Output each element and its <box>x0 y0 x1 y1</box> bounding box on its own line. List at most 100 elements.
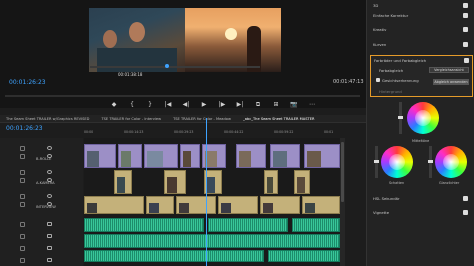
mark-in-button[interactable]: { <box>128 101 136 108</box>
section-vignette-checkbox[interactable] <box>463 210 468 215</box>
midtones-wheel[interactable] <box>407 102 439 134</box>
section-curves[interactable]: Kurven <box>373 42 386 47</box>
play-button[interactable]: ▶ <box>200 101 208 108</box>
lift-button[interactable]: ⧉ <box>254 101 262 108</box>
video-clip[interactable] <box>176 196 216 214</box>
extract-button[interactable]: ⊞ <box>272 101 280 108</box>
section-basic-checkbox[interactable] <box>463 13 468 18</box>
sequence-tabs: The Seam Sheet TRAILER w/Graphics REVISE… <box>0 115 366 123</box>
video-clip[interactable] <box>236 144 266 168</box>
monitor-scrub-track[interactable] <box>90 64 260 68</box>
monitor-playhead[interactable] <box>165 64 169 68</box>
audio-clip[interactable] <box>84 234 340 248</box>
highlights-slider[interactable] <box>428 146 433 178</box>
highlights-label: Glanzlichter <box>439 181 460 185</box>
section-creative-checkbox[interactable] <box>463 27 468 32</box>
export-frame-button[interactable]: 📷 <box>290 101 298 108</box>
video-clip[interactable] <box>114 170 132 194</box>
face-detection-checkbox[interactable] <box>376 78 380 82</box>
video-clip[interactable] <box>146 196 174 214</box>
mark-out-button[interactable]: } <box>146 101 154 108</box>
lock-icon[interactable] <box>20 146 25 151</box>
audio-clip[interactable] <box>84 218 204 232</box>
marker-button[interactable]: ◆ <box>110 101 118 108</box>
audio-clip[interactable] <box>292 218 340 232</box>
video-clip[interactable] <box>302 196 340 214</box>
comparison-view-button[interactable]: Vergleichsansicht <box>429 67 469 73</box>
section-vignette[interactable]: Vignette <box>373 210 389 215</box>
video-clip[interactable] <box>260 196 300 214</box>
shadows-slider[interactable] <box>374 146 379 178</box>
tab-sequence-2[interactable]: TSE TRAILER for Color - Interview <box>95 115 167 122</box>
lock-icon[interactable] <box>20 194 25 199</box>
midtones-label: Mitteltöne <box>412 139 430 143</box>
tab-sequence-3[interactable]: TSE TRAILER for Color - Meadow <box>167 115 237 122</box>
timeline-tracks[interactable] <box>84 138 344 266</box>
eye-icon[interactable] <box>47 194 52 198</box>
section-wheels-checkbox[interactable] <box>464 58 469 63</box>
video-clip[interactable] <box>264 170 278 194</box>
section-color-wheels[interactable]: Farbräder und Farbabgleich <box>374 58 426 63</box>
ruler-label: 00:00:29:23 <box>174 130 194 134</box>
solo-icon[interactable] <box>47 258 52 262</box>
lock-icon[interactable] <box>20 154 25 159</box>
timeline-timecode[interactable]: 00:01:26:23 <box>6 125 43 132</box>
tab-sequence-1[interactable]: The Seam Sheet TRAILER w/Graphics REVISE… <box>0 115 95 122</box>
section-creative[interactable]: Kreativ <box>373 27 386 32</box>
lock-icon[interactable] <box>20 202 25 207</box>
color-wheels-section: Farbräder und Farbabgleich Farbabgleich … <box>370 55 473 97</box>
video-clip[interactable] <box>218 196 258 214</box>
step-forward-button[interactable]: |▶ <box>218 101 226 108</box>
mute-icon[interactable] <box>20 234 25 239</box>
more-button[interactable]: ⋯ <box>308 101 316 108</box>
shadows-wheel[interactable] <box>381 146 413 178</box>
go-to-in-button[interactable]: |◀ <box>164 101 172 108</box>
highlights-wheel[interactable] <box>435 146 467 178</box>
eye-icon[interactable] <box>47 170 52 174</box>
mute-icon[interactable] <box>20 246 25 251</box>
solo-icon[interactable] <box>47 246 52 250</box>
section-curves-checkbox[interactable] <box>463 42 468 47</box>
go-to-out-button[interactable]: ▶| <box>236 101 244 108</box>
video-clip[interactable] <box>144 144 178 168</box>
video-clip[interactable] <box>118 144 142 168</box>
mute-icon[interactable] <box>20 258 25 263</box>
video-clip[interactable] <box>304 144 340 168</box>
monitor-zoom-bar[interactable] <box>5 95 360 97</box>
section-3d-checkbox[interactable] <box>463 3 468 8</box>
video-clip[interactable] <box>84 196 144 214</box>
solo-icon[interactable] <box>47 222 52 226</box>
timeline-vertical-scrollbar[interactable] <box>340 138 345 266</box>
face-detection-label: Gesichtserkennung <box>382 78 419 83</box>
apply-match-button[interactable]: Abgleich anwenden <box>433 79 469 85</box>
video-clip[interactable] <box>270 144 300 168</box>
lock-icon[interactable] <box>20 170 25 175</box>
section-hsl-secondary[interactable]: HSL Sekundär <box>373 196 400 201</box>
ruler-label: 00:00:14:23 <box>124 130 144 134</box>
solo-icon[interactable] <box>47 234 52 238</box>
eye-icon[interactable] <box>47 146 52 150</box>
shadows-label: Schatten <box>389 181 405 185</box>
timeline-playhead[interactable] <box>206 118 207 266</box>
premiere-app: 00:01:38:18 00:01:26:23 00:01:47:13 ◆ { … <box>0 0 474 266</box>
video-clip[interactable] <box>84 144 116 168</box>
video-clip[interactable] <box>180 144 200 168</box>
audio-clip[interactable] <box>268 250 340 262</box>
track-headers: B-ROLLE A-KAMERA INTERVIEW <box>0 138 83 266</box>
mute-icon[interactable] <box>20 222 25 227</box>
scrollbar-thumb[interactable] <box>341 142 344 202</box>
audio-clip[interactable] <box>208 218 288 232</box>
midtones-slider[interactable] <box>398 102 403 134</box>
section-hsl-checkbox[interactable] <box>463 196 468 201</box>
step-back-button[interactable]: ◀| <box>182 101 190 108</box>
lock-icon[interactable] <box>20 178 25 183</box>
ruler-label: 00:00 <box>84 130 94 134</box>
audio-clip[interactable] <box>84 250 264 262</box>
section-3d[interactable]: 3D <box>373 3 378 8</box>
video-clip[interactable] <box>164 170 186 194</box>
monitor-timecode[interactable]: 00:01:26:23 <box>9 79 46 86</box>
section-basic-correction[interactable]: Einfache Korrektur <box>373 13 408 18</box>
video-clip[interactable] <box>294 170 310 194</box>
tab-sequence-4[interactable]: _abc_The Seam Sheet TRAILER MASTER <box>237 115 321 122</box>
time-ruler[interactable]: 00:00 00:00:14:23 00:00:29:23 00:00:44:2… <box>84 128 344 136</box>
